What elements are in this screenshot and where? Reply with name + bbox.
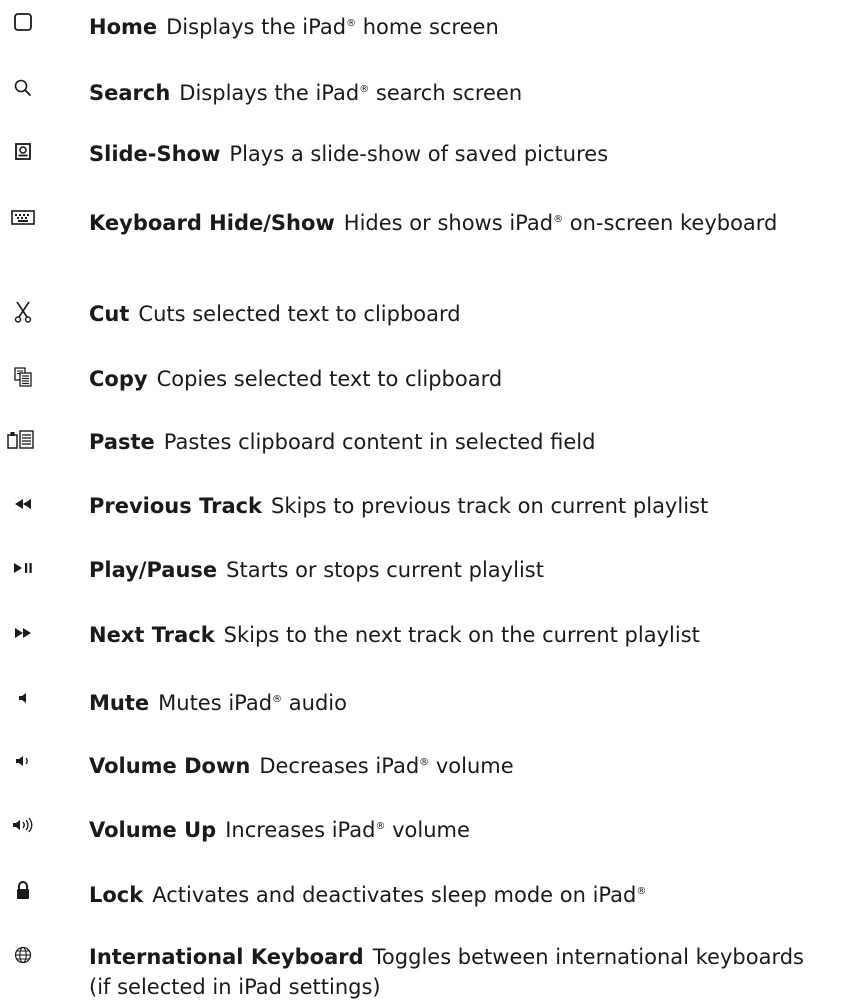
scissors-icon (8, 299, 38, 325)
paste-icon (0, 427, 44, 453)
registered-mark: ® (375, 821, 386, 832)
list-item-text: Copy Copies selected text to clipboard (89, 364, 849, 394)
item-description-end: home screen (356, 15, 499, 39)
item-name: Lock (89, 883, 144, 907)
item-description: Displays the iPad (179, 81, 360, 105)
play-pause-icon (8, 555, 38, 581)
search-icon (8, 75, 38, 101)
item-name: Mute (89, 691, 150, 715)
item-description: Pastes clipboard content in selected fie… (163, 430, 596, 454)
home-square-icon (8, 9, 38, 35)
globe-icon (8, 942, 38, 968)
item-name: Copy (89, 367, 148, 391)
list-item-text: Home Displays the iPad® home screen (89, 9, 849, 42)
item-description-end: on-screen keyboard (563, 211, 778, 235)
item-description-end: search screen (369, 81, 523, 105)
registered-mark: ® (359, 84, 370, 95)
key-function-list: Home Displays the iPad® home screen Searc… (0, 0, 854, 999)
item-name: Volume Up (89, 818, 217, 842)
item-name: International Keyboard (89, 945, 364, 969)
item-name: Keyboard Hide/Show (89, 211, 335, 235)
item-description: Skips to the next track on the current p… (223, 623, 700, 647)
item-description: Plays a slide-show of saved pictures (229, 142, 609, 166)
item-name: Slide-Show (89, 142, 221, 166)
registered-mark: ® (346, 18, 357, 29)
next-track-icon (8, 620, 38, 646)
item-description: Activates and deactivates sleep mode on … (152, 883, 637, 907)
item-description: Mutes iPad (158, 691, 273, 715)
item-description: Copies selected text to clipboard (156, 367, 503, 391)
list-item-text: Paste Pastes clipboard content in selecte… (89, 427, 849, 457)
item-name: Paste (89, 430, 155, 454)
item-name: Next Track (89, 623, 215, 647)
list-item-text: International Keyboard Toggles between in… (89, 942, 829, 1002)
item-description: Hides or shows iPad (343, 211, 554, 235)
list-item-text: Mute Mutes iPad® audio (89, 685, 849, 718)
list-item-text: Volume Up Increases iPad® volume (89, 812, 849, 845)
list-item-text: Slide-Show Plays a slide-show of saved pi… (89, 139, 849, 169)
registered-mark: ® (419, 757, 430, 768)
keyboard-icon (8, 205, 38, 231)
item-name: Home (89, 15, 158, 39)
item-name: Cut (89, 302, 130, 326)
mute-icon (8, 685, 38, 711)
list-item-text: Cut Cuts selected text to clipboard (89, 299, 849, 329)
item-description-end: volume (385, 818, 470, 842)
volume-up-icon (8, 812, 38, 838)
item-name: Previous Track (89, 494, 263, 518)
list-item-text: Previous Track Skips to previous track on… (89, 491, 849, 521)
item-description: Displays the iPad (166, 15, 347, 39)
registered-mark: ® (636, 886, 647, 897)
item-description: Increases iPad (225, 818, 376, 842)
previous-track-icon (8, 491, 38, 517)
item-name: Play/Pause (89, 558, 218, 582)
registered-mark: ® (272, 694, 283, 705)
item-description: Starts or stops current playlist (226, 558, 544, 582)
lock-icon (8, 877, 38, 903)
item-name: Search (89, 81, 171, 105)
item-description: Skips to previous track on current playl… (271, 494, 709, 518)
list-item-text: Keyboard Hide/Show Hides or shows iPad® o… (89, 205, 829, 238)
list-item-text: Search Displays the iPad® search screen (89, 75, 849, 108)
item-name: Volume Down (89, 754, 251, 778)
registered-mark: ® (553, 214, 564, 225)
list-item-text: Next Track Skips to the next track on the… (89, 620, 849, 650)
item-description-end: volume (429, 754, 514, 778)
volume-down-icon (8, 748, 38, 774)
list-item-text: Volume Down Decreases iPad® volume (89, 748, 849, 781)
item-description: Cuts selected text to clipboard (138, 302, 461, 326)
copy-icon (8, 364, 38, 390)
item-description: Decreases iPad (259, 754, 420, 778)
list-item-text: Lock Activates and deactivates sleep mode… (89, 877, 849, 910)
list-item-text: Play/Pause Starts or stops current playli… (89, 555, 849, 585)
slideshow-icon (8, 139, 38, 165)
item-description-end: audio (282, 691, 347, 715)
